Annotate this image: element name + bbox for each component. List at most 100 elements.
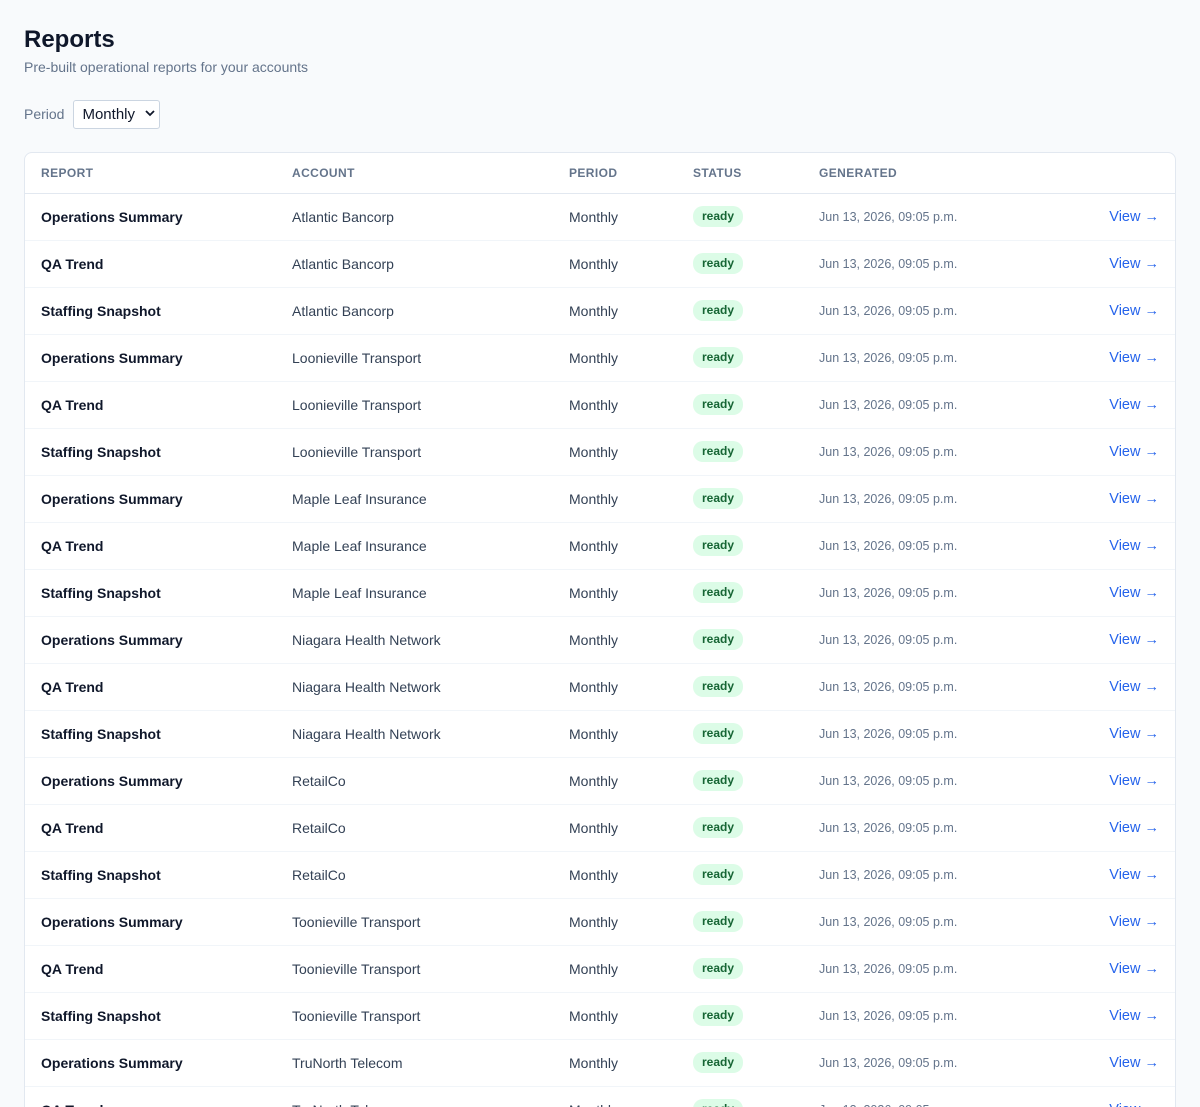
status-cell: ready — [677, 616, 803, 664]
status-cell: ready — [677, 381, 803, 429]
period-cell: Monthly — [553, 851, 677, 899]
status-badge: ready — [693, 394, 744, 415]
period-cell: Monthly — [553, 193, 677, 241]
view-report-link[interactable]: View → — [1109, 914, 1159, 930]
view-report-link[interactable]: View → — [1109, 773, 1159, 789]
action-cell: View → — [1053, 804, 1175, 852]
view-report-link[interactable]: View → — [1109, 444, 1159, 460]
period-cell: Monthly — [553, 1039, 677, 1087]
table-row: Staffing Snapshot RetailCo Monthly ready Jun… — [25, 851, 1175, 899]
account-cell: Loonieville Transport — [276, 334, 553, 382]
status-cell: ready — [677, 757, 803, 805]
status-badge: ready — [693, 535, 744, 556]
status-badge: ready — [693, 347, 744, 368]
table-row: QA Trend RetailCo Monthly ready Jun 13, 2026… — [25, 804, 1175, 852]
table-row: QA Trend Loonieville Transport Monthly read… — [25, 381, 1175, 429]
period-cell: Monthly — [553, 240, 677, 288]
table-row: Operations Summary Maple Leaf Insurance Mo… — [25, 475, 1175, 523]
generated-cell: Jun 13, 2026, 09:05 p.m. — [803, 804, 1053, 852]
generated-cell: Jun 13, 2026, 09:05 p.m. — [803, 381, 1053, 429]
status-cell: ready — [677, 193, 803, 241]
status-badge: ready — [693, 488, 744, 509]
view-report-link[interactable]: View → — [1109, 1008, 1159, 1024]
view-report-link[interactable]: View → — [1109, 585, 1159, 601]
account-cell: Atlantic Bancorp — [276, 240, 553, 288]
action-cell: View → — [1053, 193, 1175, 241]
status-cell: ready — [677, 1039, 803, 1087]
generated-cell: Jun 13, 2026, 09:05 p.m. — [803, 1039, 1053, 1087]
period-cell: Monthly — [553, 475, 677, 523]
period-cell: Monthly — [553, 569, 677, 617]
table-row: QA TrendTruNorth TelecomMonthly ready Jun … — [25, 1086, 1175, 1107]
report-name-cell: Staffing Snapshot — [25, 851, 276, 899]
view-report-link[interactable]: View → — [1109, 679, 1159, 695]
table-row: Operations Summary RetailCo Monthly ready Ju… — [25, 757, 1175, 805]
status-cell: ready — [677, 1086, 803, 1107]
report-name-cell: QA Trend — [25, 804, 276, 852]
view-report-link[interactable]: View → — [1109, 350, 1159, 366]
period-cell: Monthly — [553, 522, 677, 570]
view-report-link[interactable]: View → — [1109, 1055, 1159, 1071]
action-cell: View → — [1053, 898, 1175, 946]
report-name-cell: Operations Summary — [25, 193, 276, 241]
period-cell: Monthly — [553, 334, 677, 382]
view-report-link[interactable]: View → — [1109, 1102, 1159, 1107]
view-report-link[interactable]: View → — [1109, 303, 1159, 319]
report-name-cell: Operations Summary — [25, 1039, 276, 1087]
status-cell: ready — [677, 663, 803, 711]
view-report-link[interactable]: View → — [1109, 820, 1159, 836]
status-cell: ready — [677, 710, 803, 758]
status-cell: ready — [677, 334, 803, 382]
period-cell: Monthly — [553, 663, 677, 711]
view-report-link[interactable]: View → — [1109, 209, 1159, 225]
column-header-generated: GENERATED — [803, 153, 1053, 194]
status-badge: ready — [693, 817, 744, 838]
period-cell: Monthly — [553, 616, 677, 664]
account-cell: Loonieville Transport — [276, 381, 553, 429]
view-report-link[interactable]: View → — [1109, 256, 1159, 272]
report-name-cell: Operations Summary — [25, 475, 276, 523]
action-cell: View → — [1053, 569, 1175, 617]
status-cell: ready — [677, 804, 803, 852]
action-cell: View → — [1053, 616, 1175, 664]
table-row: Operations Summary Atlantic Bancorp Monthl… — [25, 193, 1175, 241]
view-report-link[interactable]: View → — [1109, 491, 1159, 507]
account-cell: Atlantic Bancorp — [276, 193, 553, 241]
status-badge: ready — [693, 253, 744, 274]
table-row: Staffing Snapshot Atlantic Bancorp Monthly… — [25, 287, 1175, 335]
action-cell: View → — [1053, 334, 1175, 382]
action-cell: View → — [1053, 992, 1175, 1040]
action-cell: View → — [1053, 287, 1175, 335]
status-cell: ready — [677, 569, 803, 617]
report-name-cell: QA Trend — [25, 663, 276, 711]
report-name-cell: Operations Summary — [25, 616, 276, 664]
table-row: QA Trend Niagara Health Network Monthly rea… — [25, 663, 1175, 711]
period-select[interactable]: Monthly — [73, 99, 160, 129]
reports-table: REPORT ACCOUNT PERIOD STATUS GENERATED O… — [25, 153, 1175, 1107]
status-badge: ready — [693, 1052, 744, 1073]
status-cell: ready — [677, 428, 803, 476]
generated-cell: Jun 13, 2026, 09:05 p.m. — [803, 616, 1053, 664]
account-cell: Toonieville Transport — [276, 992, 553, 1040]
table-row: Operations Summary TruNorth Telecom Monthl… — [25, 1039, 1175, 1087]
view-report-link[interactable]: View → — [1109, 538, 1159, 554]
status-badge: ready — [693, 206, 744, 227]
account-cell: Atlantic Bancorp — [276, 287, 553, 335]
account-cell: RetailCo — [276, 804, 553, 852]
status-cell: ready — [677, 945, 803, 993]
table-row: QA Trend Maple Leaf Insurance Monthly ready… — [25, 522, 1175, 570]
view-report-link[interactable]: View → — [1109, 632, 1159, 648]
column-header-status: STATUS — [677, 153, 803, 194]
generated-cell: Jun 13, 2026, 09:05 p.m. — [803, 287, 1053, 335]
report-name-cell: QA Trend — [25, 945, 276, 993]
status-cell: ready — [677, 851, 803, 899]
view-report-link[interactable]: View → — [1109, 397, 1159, 413]
table-row: QA Trend Atlantic Bancorp Monthly ready Jun … — [25, 240, 1175, 288]
generated-cell: Jun 13, 2026, 09:05 p.m. — [803, 898, 1053, 946]
period-cell: Monthly — [553, 381, 677, 429]
generated-cell: Jun 13, 2026, 09:05 p.m. — [803, 193, 1053, 241]
view-report-link[interactable]: View → — [1109, 961, 1159, 977]
view-report-link[interactable]: View → — [1109, 867, 1159, 883]
generated-cell: Jun 13, 2026, 09:05 p.m. — [803, 1086, 1053, 1107]
view-report-link[interactable]: View → — [1109, 726, 1159, 742]
